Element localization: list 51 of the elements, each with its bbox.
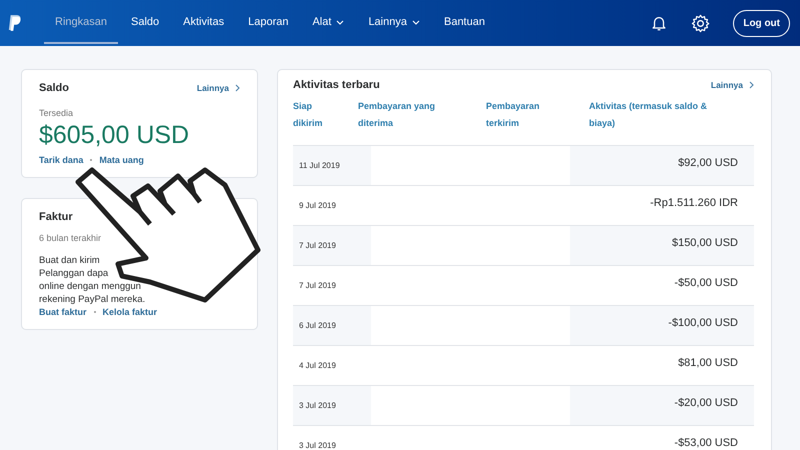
action-link[interactable]: Mata uang (99, 155, 144, 165)
period-label: 6 bulan terakhir (39, 233, 102, 243)
balance-amount: $605,00 USD (39, 121, 190, 150)
amount-cell: $150,00 USD (570, 226, 754, 265)
settings-icon[interactable] (691, 14, 710, 32)
description-text: Buat dan kirim (39, 254, 100, 267)
nav-tab[interactable]: Laporan (237, 2, 300, 44)
more-link[interactable]: Lainnya (196, 83, 240, 93)
nav-tab[interactable]: Lainnya (357, 2, 431, 44)
column-tab[interactable]: Pembayaran yang diterima (358, 98, 453, 132)
date-cell: 6 Jul 2019 (293, 306, 371, 345)
amount-cell: -$20,00 USD (570, 386, 754, 425)
card-title: Aktivitas terbaru (293, 79, 380, 91)
description-text: online dengan menggun (39, 280, 141, 293)
more-link[interactable]: Lainnya (710, 80, 754, 90)
separator-dot (90, 159, 92, 161)
action-link[interactable]: Buat faktur (39, 307, 87, 317)
nav-tab[interactable]: Alat (301, 2, 356, 44)
amount-cell-text: -$53,00 USD (673, 436, 739, 450)
separator-dot (94, 311, 96, 313)
nav-tab[interactable]: Saldo (120, 2, 170, 44)
amount-cell: $92,00 USD (570, 146, 754, 185)
card-title: Saldo (39, 82, 69, 94)
nav-tab[interactable]: Aktivitas (172, 2, 236, 44)
nav-tab[interactable]: Ringkasan (44, 2, 118, 44)
action-link[interactable]: Kelola faktur (102, 307, 158, 317)
date-cell-text: 3 Jul 2019 (298, 440, 337, 450)
date-cell-text: 4 Jul 2019 (298, 360, 337, 372)
date-cell: 11 Jul 2019 (293, 146, 371, 185)
date-cell: 3 Jul 2019 (293, 386, 371, 425)
date-cell: 7 Jul 2019 (293, 226, 371, 265)
column-tab[interactable]: Aktivitas (termasuk saldo & biaya) (589, 98, 719, 132)
column-tab[interactable]: Pembayaran terkirim (486, 98, 548, 132)
date-cell-text: 9 Jul 2019 (298, 200, 337, 212)
logout-button[interactable]: Log out (733, 10, 790, 36)
chevron-icon (749, 81, 754, 89)
column-tab[interactable]: Siap dikirim (293, 98, 338, 132)
action-link[interactable]: Tarik dana (39, 155, 84, 165)
nav-tab[interactable]: Bantuan (432, 2, 496, 44)
date-cell-text: 7 Jul 2019 (298, 280, 337, 292)
logo-icon[interactable] (8, 14, 22, 32)
chevron-icon (235, 84, 240, 92)
amount-cell-text: -Rp1.511.260 IDR (649, 196, 739, 210)
bell-icon[interactable] (650, 14, 668, 32)
description-text: rekening PayPal mereka. (39, 293, 146, 306)
amount-cell-text: $81,00 USD (677, 356, 739, 370)
description-text: Pelanggan dapa (39, 267, 108, 280)
card-title: Faktur (39, 211, 74, 223)
available-label: Tersedia (39, 108, 74, 118)
amount-cell-text: -$50,00 USD (673, 276, 739, 290)
amount-cell: -$100,00 USD (570, 306, 754, 345)
